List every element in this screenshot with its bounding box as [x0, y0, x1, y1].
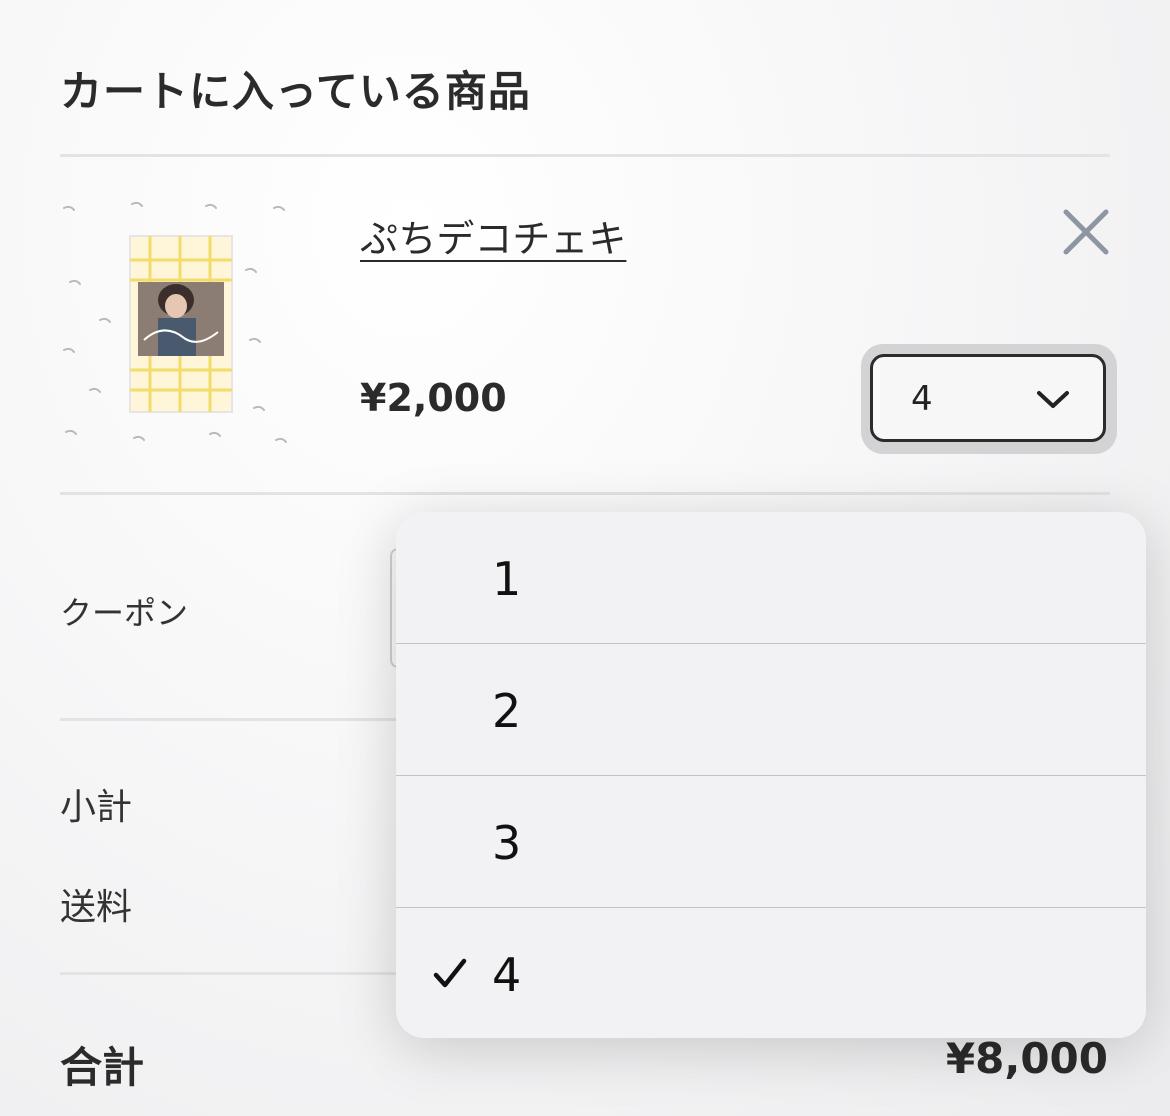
page-title: カートに入っている商品 — [60, 67, 531, 116]
quantity-option-3[interactable]: 3 — [396, 776, 1146, 908]
total-label: 合計 — [60, 1043, 145, 1092]
product-price: ¥2,000 — [360, 376, 507, 420]
quantity-value: 4 — [911, 379, 933, 419]
divider — [60, 154, 1110, 157]
product-name-link[interactable]: ぷちデコチェキ — [360, 208, 626, 263]
quantity-dropdown-menu: 1 2 3 4 — [396, 512, 1146, 1038]
divider — [60, 492, 1110, 495]
product-thumbnail[interactable] — [60, 200, 296, 450]
option-label: 4 — [492, 948, 522, 1002]
checkmark-icon — [433, 958, 467, 988]
option-label: 3 — [492, 816, 522, 870]
close-icon[interactable] — [1058, 204, 1114, 260]
cart-page: カートに入っている商品 ぷちデコチェキ ¥2,000 4 クーポン 小計 送料 … — [0, 0, 1170, 1116]
option-label: 1 — [492, 552, 522, 606]
total-value: ¥8,000 — [945, 1034, 1108, 1083]
subtotal-label: 小計 — [60, 787, 133, 828]
quantity-option-2[interactable]: 2 — [396, 644, 1146, 776]
shipping-label: 送料 — [60, 887, 133, 928]
option-label: 2 — [492, 684, 522, 738]
coupon-label: クーポン — [60, 594, 189, 632]
chevron-down-icon — [1037, 391, 1069, 408]
quantity-option-4[interactable]: 4 — [396, 908, 1146, 1038]
quantity-option-1[interactable]: 1 — [396, 512, 1146, 644]
quantity-select[interactable]: 4 — [870, 354, 1106, 442]
